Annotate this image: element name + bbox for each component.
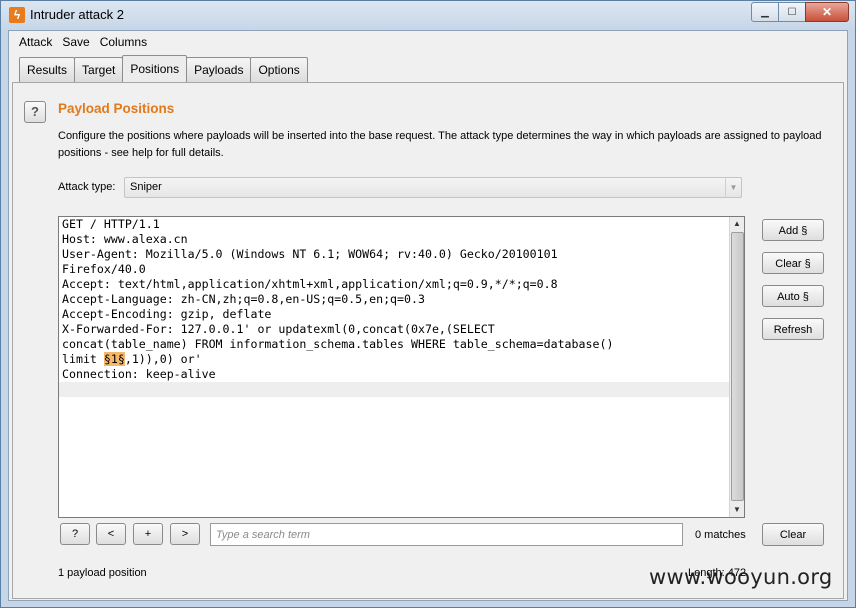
close-button[interactable]: ✕ xyxy=(805,2,849,22)
window-title: Intruder attack 2 xyxy=(30,7,124,22)
menu-columns[interactable]: Columns xyxy=(95,31,152,53)
positions-panel: ? Payload Positions Configure the positi… xyxy=(12,82,844,599)
title-bar[interactable]: ϟ Intruder attack 2 ▁ ☐ ✕ xyxy=(1,1,855,29)
search-prev-button[interactable]: < xyxy=(96,523,126,545)
request-line: Connection: keep-alive xyxy=(62,367,216,381)
menu-bar: Attack Save Columns xyxy=(9,31,847,53)
request-line-with-marker: limit §1§,1)),0) or' xyxy=(59,352,729,367)
maximize-button[interactable]: ☐ xyxy=(778,2,806,22)
scroll-thumb[interactable] xyxy=(731,232,744,501)
vertical-scrollbar[interactable]: ▲ ▼ xyxy=(729,217,744,517)
request-lines: GET / HTTP/1.1 Host: www.alexa.cn User-A… xyxy=(59,217,729,397)
attack-type-label: Attack type: xyxy=(58,181,116,193)
clear-markers-button[interactable]: Clear § xyxy=(762,252,824,274)
tab-options[interactable]: Options xyxy=(250,57,308,82)
intruder-window: ϟ Intruder attack 2 ▁ ☐ ✕ Attack Save Co… xyxy=(0,0,856,608)
add-marker-button[interactable]: Add § xyxy=(762,219,824,241)
tab-bar: Results Target Positions Payloads Option… xyxy=(19,55,308,82)
tab-payloads[interactable]: Payloads xyxy=(186,57,252,82)
window-controls: ▁ ☐ ✕ xyxy=(751,2,849,22)
menu-attack[interactable]: Attack xyxy=(14,31,57,53)
lightning-icon: ϟ xyxy=(9,7,25,23)
client-area: Attack Save Columns Results Target Posit… xyxy=(8,30,848,601)
tab-positions[interactable]: Positions xyxy=(122,55,188,82)
tab-target[interactable]: Target xyxy=(74,57,124,82)
request-line: Host: www.alexa.cn xyxy=(62,232,188,246)
request-line: Accept-Encoding: gzip, deflate xyxy=(62,307,272,321)
match-count: 0 matches xyxy=(695,529,746,541)
scroll-up-icon[interactable]: ▲ xyxy=(730,217,744,231)
clear-search-button[interactable]: Clear xyxy=(762,523,824,546)
request-line: User-Agent: Mozilla/5.0 (Windows NT 6.1;… xyxy=(62,247,558,261)
description-text: Configure the positions where payloads w… xyxy=(58,130,822,159)
request-line: concat(table_name) FROM information_sche… xyxy=(62,337,614,351)
request-line: Accept-Language: zh-CN,zh;q=0.8,en-US;q=… xyxy=(62,292,425,306)
marker-suffix: ,1)),0) or' xyxy=(124,352,202,366)
search-add-button[interactable]: + xyxy=(133,523,163,545)
request-line: Firefox/40.0 xyxy=(62,262,146,276)
current-line[interactable] xyxy=(59,382,729,397)
minimize-button[interactable]: ▁ xyxy=(751,2,779,22)
refresh-button[interactable]: Refresh xyxy=(762,318,824,340)
search-help-button[interactable]: ? xyxy=(60,523,90,545)
search-next-button[interactable]: > xyxy=(170,523,200,545)
tab-results[interactable]: Results xyxy=(19,57,76,82)
marker-prefix: limit xyxy=(62,352,104,366)
attack-type-select[interactable]: Sniper ▼ xyxy=(124,177,742,198)
request-line: GET / HTTP/1.1 xyxy=(62,217,160,231)
page-title: Payload Positions xyxy=(58,101,175,116)
scroll-down-icon[interactable]: ▼ xyxy=(730,503,744,517)
menu-save[interactable]: Save xyxy=(57,31,94,53)
payload-position-count: 1 payload position xyxy=(58,567,147,579)
help-button[interactable]: ? xyxy=(24,101,46,123)
attack-type-value: Sniper xyxy=(130,181,162,193)
payload-marker[interactable]: §1§ xyxy=(103,352,125,366)
request-line: Accept: text/html,application/xhtml+xml,… xyxy=(62,277,558,291)
request-editor[interactable]: GET / HTTP/1.1 Host: www.alexa.cn User-A… xyxy=(58,216,745,518)
watermark-text: www.wooyun.org xyxy=(649,565,833,589)
auto-markers-button[interactable]: Auto § xyxy=(762,285,824,307)
chevron-down-icon[interactable]: ▼ xyxy=(725,178,741,197)
search-input[interactable] xyxy=(210,523,683,546)
request-line: X-Forwarded-For: 127.0.0.1' or updatexml… xyxy=(62,322,495,336)
